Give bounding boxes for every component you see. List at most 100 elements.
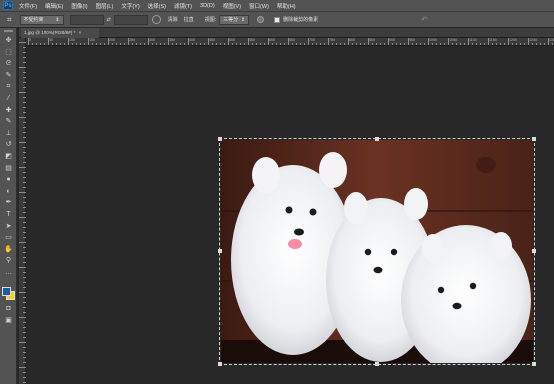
eyedropper-tool-icon[interactable]: ⁄ bbox=[3, 94, 14, 103]
crop-handle-top[interactable] bbox=[375, 137, 379, 141]
crop-boundary[interactable] bbox=[218, 137, 536, 366]
ruler-tick bbox=[448, 38, 449, 45]
crop-handle-right[interactable] bbox=[532, 249, 536, 253]
ruler-tick bbox=[68, 38, 69, 45]
screen-mode-icon[interactable]: ▣ bbox=[3, 316, 14, 325]
delete-cropped-label: 删除裁剪的像素 bbox=[283, 17, 319, 23]
view-overlay-value: 三等分 bbox=[223, 16, 239, 23]
menu-bar: Ps 文件(F) 编辑(E) 图像(I) 图层(L) 文字(Y) 选择(S) 滤… bbox=[0, 0, 554, 11]
gear-icon[interactable] bbox=[257, 16, 265, 23]
ruler-tick bbox=[148, 38, 149, 45]
pen-tool-icon[interactable]: ✒ bbox=[3, 198, 14, 207]
ruler-tick bbox=[228, 38, 229, 45]
menu-type[interactable]: 文字(Y) bbox=[121, 2, 139, 10]
ruler-tick bbox=[528, 38, 529, 45]
history-brush-tool-icon[interactable]: ↺ bbox=[3, 140, 14, 149]
ruler-tick bbox=[19, 242, 26, 243]
clone-stamp-tool-icon[interactable]: ⊥ bbox=[3, 129, 14, 138]
gradient-tool-icon[interactable]: ▤ bbox=[3, 164, 14, 173]
close-icon[interactable]: × bbox=[79, 30, 82, 35]
document-tab[interactable]: 1.jpg @ 100%(RGB/8#) * × bbox=[21, 28, 99, 38]
crop-handle-bottom-right[interactable] bbox=[532, 362, 536, 366]
quick-mask-icon[interactable]: ◘ bbox=[3, 304, 14, 313]
crop-handle-bottom-left[interactable] bbox=[218, 362, 222, 366]
ruler-number: 200 bbox=[109, 38, 115, 42]
ruler-tick bbox=[168, 38, 169, 45]
ruler-number: 250 bbox=[129, 38, 135, 42]
menu-file[interactable]: 文件(F) bbox=[19, 2, 37, 10]
crop-tool-icon[interactable]: ⌗ bbox=[3, 82, 14, 91]
select-arrows-icon: ⇕ bbox=[55, 16, 60, 23]
menu-image[interactable]: 图像(I) bbox=[71, 2, 87, 10]
rotate-icon[interactable] bbox=[151, 15, 161, 24]
ruler-tick bbox=[19, 267, 26, 268]
ruler-tick bbox=[388, 38, 389, 45]
ruler-tick bbox=[19, 167, 26, 168]
marquee-tool-icon[interactable]: ⬚ bbox=[3, 48, 14, 57]
options-bar: ⌗ 不受约束 ⇕ ⇄ 清除 拉直 视图: 三等分 ⇕ 删除裁剪的像素 ↶ bbox=[0, 11, 554, 28]
ruler-number: 1200 bbox=[509, 38, 517, 42]
crop-tool-preset-icon[interactable]: ⌗ bbox=[7, 15, 12, 25]
reset-icon[interactable]: ↶ bbox=[421, 15, 428, 24]
delete-cropped-checkbox[interactable] bbox=[274, 16, 281, 23]
ruler-number: 450 bbox=[209, 38, 215, 42]
toolbar-grip[interactable] bbox=[4, 30, 13, 32]
foreground-color-swatch[interactable] bbox=[2, 287, 11, 296]
brush-tool-icon[interactable]: ✎ bbox=[3, 117, 14, 126]
ruler-tick bbox=[19, 42, 26, 43]
path-select-tool-icon[interactable]: ➤ bbox=[3, 222, 14, 231]
crop-handle-top-left[interactable] bbox=[218, 137, 222, 141]
hand-tool-icon[interactable]: ✋ bbox=[3, 245, 14, 254]
ruler-number: 750 bbox=[329, 38, 335, 42]
zoom-tool-icon[interactable]: ⚲ bbox=[3, 256, 14, 265]
ruler-number: 1050 bbox=[449, 38, 457, 42]
ruler-tick bbox=[19, 142, 26, 143]
straighten-button[interactable]: 拉直 bbox=[184, 16, 194, 23]
menu-help[interactable]: 帮助(H) bbox=[277, 2, 296, 10]
move-tool-icon[interactable]: ✥ bbox=[3, 36, 14, 45]
tools-panel: ◘ ▣ ✥ ⬚ ᘓ ✎ ⌗ ⁄ ✚ ✎ ⊥ ↺ ◩ ▤ ● ◐ ✒ T ➤ ▭ ✋ ⚲ … bbox=[0, 28, 17, 384]
ruler-tick bbox=[88, 38, 89, 45]
eraser-tool-icon[interactable]: ◩ bbox=[3, 152, 14, 161]
blur-tool-icon[interactable]: ● bbox=[3, 175, 14, 184]
type-tool-icon[interactable]: T bbox=[3, 210, 14, 219]
ruler-number: 600 bbox=[269, 38, 275, 42]
quick-select-tool-icon[interactable]: ✎ bbox=[3, 71, 14, 80]
ruler-tick bbox=[19, 192, 26, 193]
ratio-select[interactable]: 不受约束 ⇕ bbox=[19, 14, 64, 25]
ruler-tick bbox=[248, 38, 249, 45]
photoshop-logo: Ps bbox=[3, 1, 13, 10]
crop-handle-bottom[interactable] bbox=[375, 362, 379, 366]
ruler-tick bbox=[48, 38, 49, 45]
menu-select[interactable]: 选择(S) bbox=[148, 2, 166, 10]
menu-view[interactable]: 视图(V) bbox=[223, 2, 241, 10]
menu-edit[interactable]: 编辑(E) bbox=[45, 2, 63, 10]
menu-layer[interactable]: 图层(L) bbox=[96, 2, 114, 10]
horizontal-ruler: 0 50 100 150 200 250 300 350 400 450 500 550 600 650 7… bbox=[26, 38, 554, 46]
view-label: 视图: bbox=[204, 17, 217, 23]
swap-icon[interactable]: ⇄ bbox=[107, 17, 111, 23]
ruler-tick bbox=[28, 38, 29, 45]
edit-toolbar-icon[interactable]: … bbox=[3, 268, 14, 277]
dodge-tool-icon[interactable]: ◐ bbox=[3, 187, 14, 196]
ruler-tick bbox=[428, 38, 429, 45]
menu-filter[interactable]: 滤镜(T) bbox=[174, 2, 192, 10]
width-field[interactable] bbox=[69, 14, 104, 25]
view-overlay-select[interactable]: 三等分 ⇕ bbox=[219, 14, 250, 25]
ruler-number: 550 bbox=[249, 38, 255, 42]
ruler-number: 850 bbox=[369, 38, 375, 42]
healing-brush-tool-icon[interactable]: ✚ bbox=[3, 106, 14, 115]
menu-window[interactable]: 窗口(W) bbox=[249, 2, 269, 10]
clear-button[interactable]: 清除 bbox=[168, 16, 178, 23]
shape-tool-icon[interactable]: ▭ bbox=[3, 233, 14, 242]
menu-3d[interactable]: 3D(D) bbox=[200, 3, 215, 9]
ruler-tick bbox=[19, 367, 26, 368]
ruler-tick bbox=[108, 38, 109, 45]
ruler-number: 500 bbox=[229, 38, 235, 42]
ruler-tick bbox=[408, 38, 409, 45]
height-field[interactable] bbox=[113, 14, 148, 25]
crop-handle-top-right[interactable] bbox=[532, 137, 536, 141]
crop-handle-left[interactable] bbox=[218, 249, 222, 253]
lasso-tool-icon[interactable]: ᘓ bbox=[3, 59, 14, 68]
ruler-tick bbox=[508, 38, 509, 45]
